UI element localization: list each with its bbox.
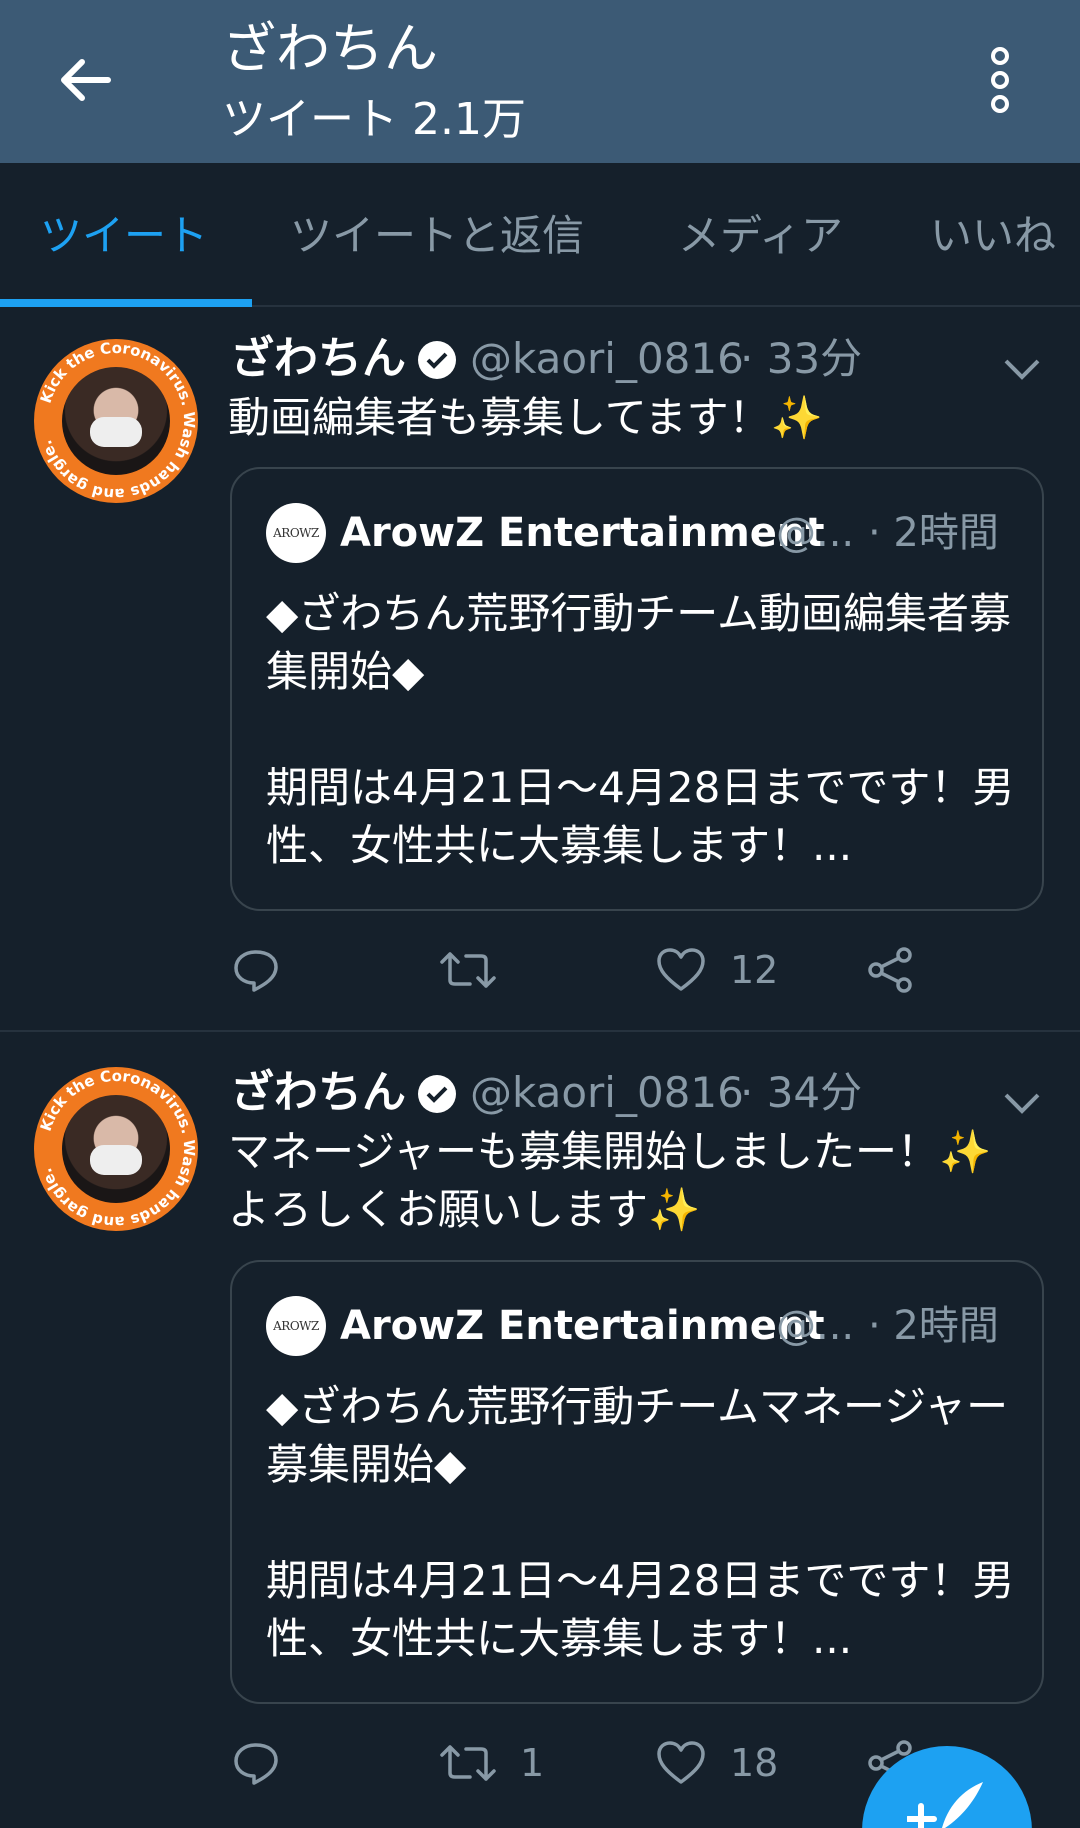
tab-media[interactable]: メディア [678,201,843,271]
tweet-count: ツイート 2.1万 [222,94,526,145]
reply-button[interactable] [232,930,304,1010]
retweet-icon [440,952,496,988]
quoted-avatar: AROWZ [266,503,326,563]
quoted-tweet[interactable]: AROWZ ArowZ Entertainment @... · 2時間 ◆ざわ… [230,467,1044,911]
quoted-text: ◆ざわちん荒野行動チーム動画編集者募集開始◆ 期間は4月21日〜4月28日までで… [266,589,1015,870]
heart-icon [657,948,705,991]
quoted-time: · 2時間 [868,1303,999,1349]
arrow-left-icon [61,59,111,101]
like-button[interactable]: 12 [656,930,778,1010]
quoted-author-handle: @... [776,510,855,556]
top-app-bar: ざわちん ツイート 2.1万 [0,0,1080,163]
like-count: 18 [730,1741,779,1785]
quoted-author-name: ArowZ Entertainment [340,1303,825,1349]
chevron-down-icon[interactable] [1000,347,1044,391]
divider [0,1030,1080,1032]
reply-button[interactable] [232,1723,304,1803]
like-button[interactable]: 18 [656,1723,778,1803]
active-tab-indicator [0,299,252,307]
author-name[interactable]: ざわちん [230,1063,406,1123]
compose-icon [907,1782,983,1828]
retweet-button[interactable]: 1 [440,1723,544,1803]
avatar-mask [90,417,142,447]
quoted-tweet[interactable]: AROWZ ArowZ Entertainment @... · 2時間 ◆ざわ… [230,1260,1044,1704]
quoted-avatar: AROWZ [266,1296,326,1356]
quoted-author-handle: @... [776,1303,855,1349]
avatar[interactable]: Kick the Coronavirus. Wash hands and gar… [34,1067,198,1231]
tab-tweets[interactable]: ツイート [40,201,208,271]
author-name[interactable]: ざわちん [230,329,406,389]
more-dot [991,71,1009,89]
author-handle[interactable]: @kaori_0816 [470,329,744,389]
reply-icon [234,950,278,992]
tweet-text: 動画編集者も募集してます！✨ [228,393,823,442]
quoted-time: · 2時間 [868,510,999,556]
avatar[interactable]: Kick the Coronavirus. Wash hands and gar… [34,339,198,503]
more-options-button[interactable] [975,40,1025,120]
retweet-icon [440,1745,496,1781]
author-handle[interactable]: @kaori_0816 [470,1063,744,1123]
more-dot [991,95,1009,113]
quoted-author-name: ArowZ Entertainment [340,510,825,556]
profile-name-title: ざわちん [222,17,438,80]
tab-tweets-and-replies[interactable]: ツイートと返信 [290,201,584,271]
share-icon [868,947,912,993]
retweet-button[interactable] [440,930,520,1010]
tweet-time: · 34分 [740,1068,863,1117]
verified-badge-icon [418,341,456,379]
tweet-time: · 33分 [740,334,863,383]
heart-icon [657,1741,705,1784]
more-vertical-icon [991,47,1009,65]
share-button[interactable] [866,930,914,1010]
reply-icon [234,1743,278,1785]
back-button[interactable] [50,45,120,115]
like-count: 12 [730,948,779,992]
tweet-text: マネージャーも募集開始しましたー！✨よろしくお願いします✨ [228,1127,992,1234]
retweet-count: 1 [520,1741,545,1785]
profile-tabs: ツイート ツイートと返信 メディア いいね [0,163,1080,307]
tab-likes[interactable]: いいね [930,201,1056,271]
chevron-down-icon[interactable] [1000,1081,1044,1125]
tweet-actions: 12 [0,930,1080,1010]
quoted-text: ◆ざわちん荒野行動チームマネージャー募集開始◆ 期間は4月21日〜4月28日まで… [266,1382,1015,1663]
verified-badge-icon [418,1075,456,1113]
avatar-mask [90,1145,142,1175]
